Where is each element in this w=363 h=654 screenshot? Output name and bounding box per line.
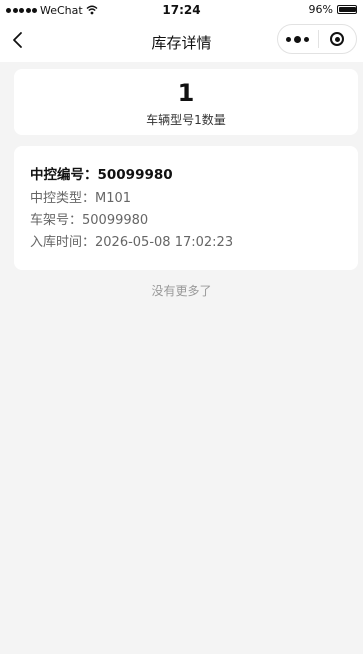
battery-icon xyxy=(337,5,357,14)
summary-count: 1 xyxy=(177,79,195,107)
frame-no-label: 车架号： xyxy=(30,213,83,228)
close-button[interactable] xyxy=(318,25,356,53)
miniprogram-capsule xyxy=(277,24,357,54)
target-icon xyxy=(330,32,345,46)
summary-card: 1 车辆型号1数量 xyxy=(14,69,358,135)
summary-label: 车辆型号1数量 xyxy=(146,113,226,127)
control-type-row: 中控类型：M101 xyxy=(30,187,131,206)
control-no-value: 50099980 xyxy=(97,167,173,183)
battery-percent: 96% xyxy=(308,3,333,16)
stock-time-label: 入库时间： xyxy=(30,235,96,250)
nav-bar: 库存详情 xyxy=(0,22,363,62)
control-type-value: M101 xyxy=(95,191,132,206)
control-type-label: 中控类型： xyxy=(30,191,96,206)
battery-info: 96% xyxy=(309,3,357,16)
frame-no-row: 车架号：50099980 xyxy=(30,209,148,228)
status-bar: WeChat 17:24 96% xyxy=(0,0,363,22)
stock-time-row: 入库时间：2026-05-08 17:02:23 xyxy=(30,231,233,250)
more-button[interactable] xyxy=(278,25,318,53)
control-no-row: 中控编号：50099980 xyxy=(30,163,173,183)
inventory-item-card[interactable]: 中控编号：50099980 中控类型：M101 车架号：50099980 入库时… xyxy=(14,146,358,270)
stock-time-value: 2026-05-08 17:02:23 xyxy=(95,235,234,250)
control-no-label: 中控编号： xyxy=(30,167,98,183)
no-more-text: 没有更多了 xyxy=(151,284,212,298)
frame-no-value: 50099980 xyxy=(82,213,149,228)
